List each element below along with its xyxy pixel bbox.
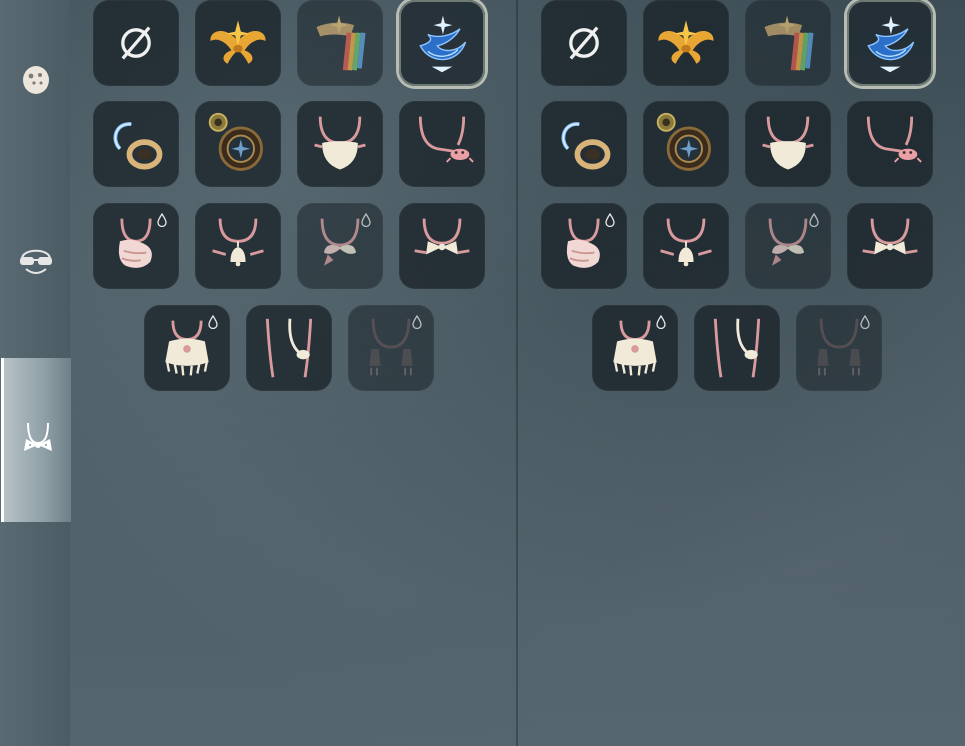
mask-icon bbox=[23, 66, 49, 94]
gear-medallion-icon bbox=[208, 112, 263, 171]
glasses-icon bbox=[20, 249, 52, 274]
bell-necklace-icon bbox=[659, 217, 713, 268]
item-slot-beard-necklace[interactable] bbox=[297, 101, 383, 187]
bowtie-necklace-icon bbox=[413, 217, 471, 256]
item-slot-poncho-necklace[interactable] bbox=[592, 305, 678, 391]
item-slot-bell-necklace[interactable] bbox=[643, 203, 729, 289]
item-slot-rainbow-cape[interactable] bbox=[745, 0, 831, 86]
category-sidebar bbox=[0, 0, 71, 746]
item-slot-golden-wings[interactable] bbox=[195, 0, 281, 86]
item-slot-blue-bird[interactable] bbox=[399, 0, 485, 86]
drop-icon bbox=[157, 213, 167, 227]
item-slot-bowtie-necklace[interactable] bbox=[399, 203, 485, 289]
item-slot-scarf-necklace[interactable] bbox=[541, 203, 627, 289]
glowing-ring-icon bbox=[103, 111, 169, 177]
item-slot-dark-tassel-necklace[interactable] bbox=[796, 305, 882, 391]
item-slot-scarf-necklace[interactable] bbox=[93, 203, 179, 289]
none-icon bbox=[569, 25, 599, 61]
drop-icon bbox=[860, 315, 870, 329]
item-slot-gear-medallion[interactable] bbox=[643, 101, 729, 187]
item-slot-bell-necklace[interactable] bbox=[195, 203, 281, 289]
item-slot-glowing-ring[interactable] bbox=[93, 101, 179, 187]
outfit-grid-right bbox=[517, 0, 965, 746]
long-necklace-icon bbox=[265, 317, 313, 379]
item-slot-dark-tassel-necklace[interactable] bbox=[348, 305, 434, 391]
item-slot-none[interactable] bbox=[541, 0, 627, 86]
item-slot-poncho-necklace[interactable] bbox=[144, 305, 230, 391]
drop-icon bbox=[412, 315, 422, 329]
item-slot-golden-wings[interactable] bbox=[643, 0, 729, 86]
item-slot-long-necklace[interactable] bbox=[246, 305, 332, 391]
item-slot-bowtie-necklace[interactable] bbox=[847, 203, 933, 289]
sidebar-tab-neck-accessory[interactable] bbox=[1, 358, 71, 522]
item-slot-gear-medallion[interactable] bbox=[195, 101, 281, 187]
gear-medallion-icon bbox=[656, 112, 711, 171]
bowtie-necklace-icon bbox=[23, 422, 52, 451]
drop-icon bbox=[208, 315, 218, 329]
item-slot-blue-bird[interactable] bbox=[847, 0, 933, 86]
item-slot-crab-necklace[interactable] bbox=[399, 101, 485, 187]
blue-bird-icon bbox=[419, 14, 467, 73]
bowtie-necklace-icon bbox=[861, 217, 919, 256]
item-slot-long-necklace[interactable] bbox=[694, 305, 780, 391]
none-icon bbox=[121, 25, 151, 61]
crab-necklace-icon bbox=[418, 115, 475, 164]
item-slot-beard-necklace[interactable] bbox=[745, 101, 831, 187]
blue-bird-icon bbox=[867, 14, 915, 73]
glowing-ring-icon bbox=[551, 111, 617, 177]
crab-necklace-icon bbox=[866, 115, 923, 164]
drop-icon bbox=[605, 213, 615, 227]
rainbow-cape-icon bbox=[764, 15, 814, 71]
item-slot-bow-necklace[interactable] bbox=[745, 203, 831, 289]
beard-necklace-icon bbox=[761, 115, 815, 171]
item-slot-bow-necklace[interactable] bbox=[297, 203, 383, 289]
sidebar-tab-mask[interactable] bbox=[4, 50, 68, 110]
item-slot-glowing-ring[interactable] bbox=[541, 101, 627, 187]
golden-wings-icon bbox=[210, 20, 266, 64]
item-slot-crab-necklace[interactable] bbox=[847, 101, 933, 187]
drop-icon bbox=[656, 315, 666, 329]
rainbow-cape-icon bbox=[316, 15, 366, 71]
drop-icon bbox=[809, 213, 819, 227]
golden-wings-icon bbox=[658, 20, 714, 64]
item-slot-rainbow-cape[interactable] bbox=[297, 0, 383, 86]
drop-icon bbox=[361, 213, 371, 227]
outfit-grid-left bbox=[69, 0, 517, 746]
sidebar-tab-glasses[interactable] bbox=[4, 230, 68, 290]
long-necklace-icon bbox=[713, 317, 761, 379]
bell-necklace-icon bbox=[211, 217, 265, 268]
item-slot-none[interactable] bbox=[93, 0, 179, 86]
beard-necklace-icon bbox=[313, 115, 367, 171]
